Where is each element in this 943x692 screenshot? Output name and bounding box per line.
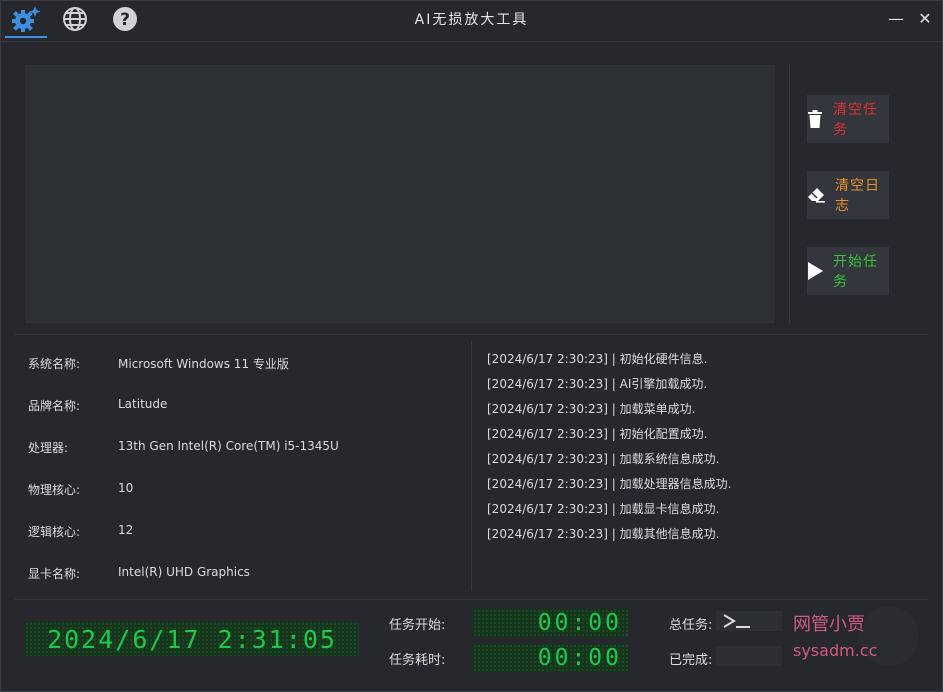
clear-tasks-label: 清空任务 xyxy=(833,102,878,138)
start-task-button[interactable]: 开始任务 xyxy=(807,247,889,295)
svg-text:sysadm.cc: sysadm.cc xyxy=(793,641,877,660)
title-bar: ? AI无损放大工具 — ✕ xyxy=(1,1,942,38)
image-preview-area[interactable] xyxy=(25,65,775,323)
task-elapsed-timer: 00:00 xyxy=(473,644,628,672)
log-line: [2024/6/17 2:30:23] | 初始化硬件信息. xyxy=(487,352,708,366)
close-button[interactable]: ✕ xyxy=(916,9,934,28)
clear-tasks-button[interactable]: 清空任务 xyxy=(807,95,889,143)
info-label: 处理器: xyxy=(28,441,69,455)
info-label: 品牌名称: xyxy=(28,399,81,413)
info-label: 物理核心: xyxy=(28,483,81,497)
bottom-divider xyxy=(15,599,928,600)
log-line: [2024/6/17 2:30:23] | 加载菜单成功. xyxy=(487,402,696,416)
log-line: [2024/6/17 2:30:23] | 加载处理器信息成功. xyxy=(487,477,732,491)
info-log-divider xyxy=(471,341,472,591)
clear-log-button[interactable]: 清空日志 xyxy=(807,171,889,219)
title-divider xyxy=(1,41,942,42)
clock-display: 2024/6/17 2:31:05 xyxy=(25,622,359,656)
info-label: 逻辑核心: xyxy=(28,525,81,539)
info-value: Microsoft Windows 11 专业版 xyxy=(118,357,289,371)
preview-divider xyxy=(789,65,790,323)
mid-divider xyxy=(15,334,928,335)
task-elapsed-label: 任务耗时: xyxy=(389,653,446,668)
info-value: 12 xyxy=(118,523,134,537)
play-icon xyxy=(808,262,823,280)
log-line: [2024/6/17 2:30:23] | 加载其他信息成功. xyxy=(487,527,720,541)
watermark-logo: 网管小贾 sysadm.cc xyxy=(789,606,929,666)
info-value: Latitude xyxy=(118,397,168,411)
info-label: 系统名称: xyxy=(28,357,81,371)
app-window: ? AI无损放大工具 — ✕ 清空任务 清空日志 开始任务 系统名称: Micr… xyxy=(0,0,943,692)
info-value: 13th Gen Intel(R) Core(TM) i5-1345U xyxy=(118,439,339,453)
task-start-timer: 00:00 xyxy=(473,609,628,637)
info-value: 10 xyxy=(118,481,134,495)
eraser-icon xyxy=(808,188,825,203)
log-line: [2024/6/17 2:30:23] | AI引擎加载成功. xyxy=(487,377,708,391)
log-line: [2024/6/17 2:30:23] | 加载显卡信息成功. xyxy=(487,502,720,516)
completed-label: 已完成: xyxy=(669,653,713,668)
log-line: [2024/6/17 2:30:23] | 加载系统信息成功. xyxy=(487,452,720,466)
info-label: 显卡名称: xyxy=(28,567,81,581)
start-task-label: 开始任务 xyxy=(833,254,878,290)
total-tasks-terminal xyxy=(716,611,782,631)
window-title: AI无损放大工具 xyxy=(414,12,529,28)
clear-log-label: 清空日志 xyxy=(835,178,880,214)
info-value: Intel(R) UHD Graphics xyxy=(118,565,250,579)
log-panel[interactable]: [2024/6/17 2:30:23] | 初始化硬件信息. [2024/6/1… xyxy=(487,349,927,549)
log-line: [2024/6/17 2:30:23] | 初始化配置成功. xyxy=(487,427,708,441)
total-tasks-label: 总任务: xyxy=(669,618,713,633)
minimize-button[interactable]: — xyxy=(887,9,905,28)
trash-icon xyxy=(808,110,822,128)
completed-terminal xyxy=(716,646,782,666)
svg-text:网管小贾: 网管小贾 xyxy=(793,614,865,635)
terminal-icon xyxy=(723,614,750,628)
task-start-label: 任务开始: xyxy=(389,618,446,633)
